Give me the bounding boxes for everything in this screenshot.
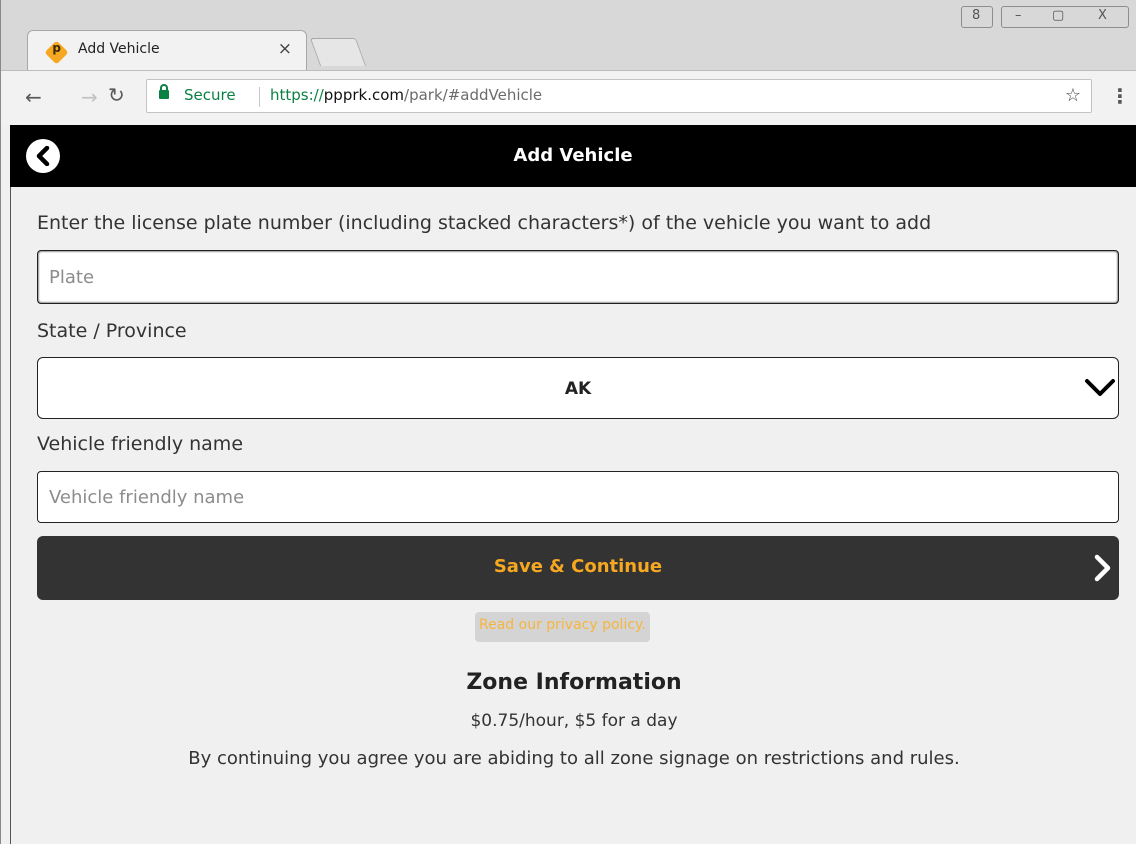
browser-toolbar: ← → ↻ Secure https://ppprk.com/park/#add… bbox=[1, 70, 1136, 125]
url-host: ppprk.com bbox=[323, 86, 405, 104]
url-text[interactable]: https://ppprk.com/park/#addVehicle bbox=[270, 86, 542, 104]
url-scheme: https:// bbox=[270, 86, 324, 104]
favicon-letter: p bbox=[52, 40, 62, 55]
plate-instructions: Enter the license plate number (includin… bbox=[37, 212, 932, 234]
chevron-down-icon bbox=[1085, 379, 1115, 396]
maximize-icon[interactable]: ▢ bbox=[1052, 8, 1064, 23]
tab-close-icon[interactable]: × bbox=[278, 39, 292, 59]
zone-rate: $0.75/hour, $5 for a day bbox=[470, 711, 678, 731]
privacy-policy-link[interactable]: Read our privacy policy. bbox=[475, 612, 650, 642]
forward-arrow-icon[interactable]: → bbox=[81, 85, 98, 109]
tab-title: Add Vehicle bbox=[78, 41, 160, 57]
friendly-name-input[interactable] bbox=[38, 472, 1118, 522]
favicon-icon: p bbox=[44, 40, 69, 65]
plate-field bbox=[37, 250, 1119, 304]
window-edge bbox=[0, 125, 10, 844]
omnibox-divider bbox=[259, 87, 260, 107]
state-label: State / Province bbox=[37, 320, 187, 342]
zone-heading: Zone Information bbox=[466, 670, 682, 695]
close-window-icon[interactable]: X bbox=[1098, 8, 1107, 23]
page-title: Add Vehicle bbox=[513, 145, 633, 166]
reload-icon[interactable]: ↻ bbox=[108, 83, 125, 107]
user-profile-button[interactable]: 8 bbox=[961, 6, 993, 28]
app-header: Add Vehicle bbox=[10, 125, 1136, 187]
menu-icon[interactable]: ⋮ bbox=[1110, 84, 1130, 108]
address-bar[interactable]: Secure https://ppprk.com/park/#addVehicl… bbox=[146, 79, 1092, 113]
star-icon[interactable]: ☆ bbox=[1065, 85, 1081, 106]
friendly-name-field bbox=[37, 471, 1119, 523]
user-icon: 8 bbox=[972, 8, 981, 23]
tab-strip: p Add Vehicle × 8 – ▢ X bbox=[1, 0, 1136, 70]
new-tab-button[interactable] bbox=[309, 38, 367, 66]
chevron-right-icon bbox=[1094, 554, 1111, 582]
plate-input[interactable] bbox=[38, 251, 1118, 303]
browser-tab[interactable]: p Add Vehicle × bbox=[27, 30, 307, 70]
window-controls: – ▢ X bbox=[1001, 6, 1129, 28]
lock-icon bbox=[159, 84, 169, 99]
save-continue-button[interactable]: Save & Continue bbox=[37, 536, 1119, 600]
browser-chrome: p Add Vehicle × 8 – ▢ X ← → ↻ Secure htt… bbox=[0, 0, 1136, 125]
state-value: AK bbox=[564, 379, 592, 399]
zone-note: By continuing you agree you are abiding … bbox=[188, 748, 960, 769]
secure-label: Secure bbox=[184, 86, 236, 104]
url-path: /park/#addVehicle bbox=[404, 86, 543, 104]
minimize-icon[interactable]: – bbox=[1015, 8, 1022, 23]
friendly-name-label: Vehicle friendly name bbox=[37, 433, 244, 455]
back-arrow-icon[interactable]: ← bbox=[25, 85, 42, 109]
save-continue-label: Save & Continue bbox=[493, 556, 663, 577]
page-content: Enter the license plate number (includin… bbox=[10, 187, 1136, 844]
state-select[interactable]: AK bbox=[37, 357, 1119, 419]
